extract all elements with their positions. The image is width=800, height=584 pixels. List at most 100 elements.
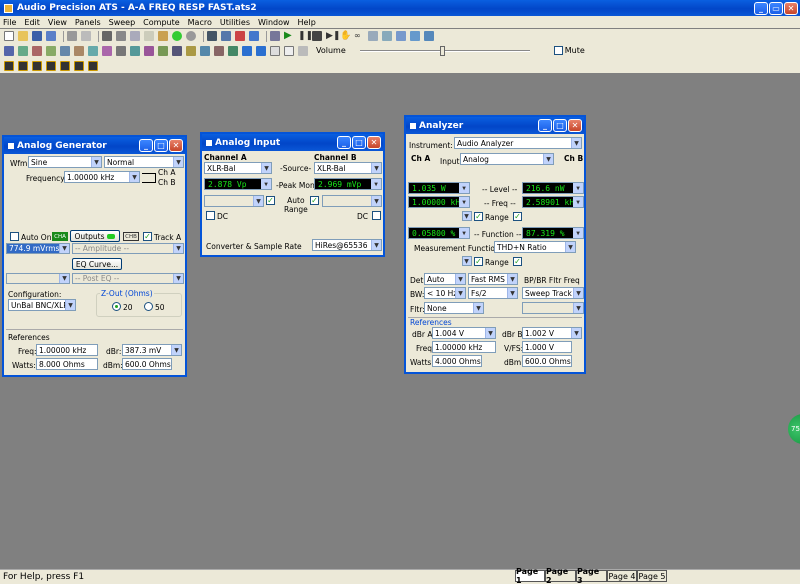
- optimize-icon[interactable]: [228, 45, 238, 56]
- grid-icon[interactable]: [221, 31, 231, 41]
- window-icon[interactable]: [249, 31, 259, 41]
- graph-6-icon[interactable]: [74, 60, 84, 71]
- go-icon[interactable]: [172, 31, 182, 41]
- filter-icon[interactable]: [158, 45, 168, 56]
- close-button[interactable]: ✕: [784, 2, 798, 15]
- bookmark-icon[interactable]: [235, 31, 245, 41]
- graph-3-icon[interactable]: [32, 60, 42, 71]
- graph-7-icon[interactable]: [88, 60, 98, 71]
- graph-1-icon[interactable]: [4, 60, 14, 71]
- panel-icon[interactable]: [158, 31, 168, 41]
- inp-chb-peak-meter[interactable]: 2.969 mVp ▼: [314, 178, 382, 190]
- an-dbrb-field[interactable]: 1.002 V ▼: [522, 327, 582, 339]
- an-fltr-select[interactable]: None ▼: [424, 302, 484, 314]
- open-icon[interactable]: [18, 31, 28, 41]
- menu-help[interactable]: Help: [298, 18, 316, 27]
- table-icon[interactable]: [270, 31, 280, 41]
- minimize-button[interactable]: _: [754, 2, 768, 15]
- arrow-down-2-icon[interactable]: [256, 45, 266, 56]
- an-bw-hi-select[interactable]: Fs/2 ▼: [468, 287, 518, 299]
- gen-maximize-button[interactable]: □: [154, 139, 168, 152]
- inp-close-button[interactable]: ✕: [367, 136, 381, 149]
- an-sweep-track-select[interactable]: Sweep Track ▼: [522, 287, 584, 299]
- gen-outputs-toggle[interactable]: Outputs: [70, 230, 120, 242]
- glasses-icon[interactable]: ∞: [354, 31, 364, 41]
- menu-panels[interactable]: Panels: [75, 18, 101, 27]
- locals-icon[interactable]: [424, 31, 434, 41]
- an-freq-a-meter[interactable]: 1.00000 kHz ▼: [408, 196, 470, 208]
- floating-badge[interactable]: 75: [788, 414, 800, 444]
- an-range2-a-checkbox[interactable]: ✓: [474, 257, 483, 266]
- gen-auto-on-checkbox[interactable]: [10, 232, 19, 241]
- an-ref-freq-field[interactable]: 1.00000 kHz: [432, 341, 496, 353]
- gen-post-eq-select[interactable]: -- Post EQ -- ▼: [72, 273, 184, 284]
- gen-amplitude-field[interactable]: 774.9 mVrms ▼: [6, 243, 70, 254]
- graph-2-icon[interactable]: [18, 60, 28, 71]
- menu-compute[interactable]: Compute: [143, 18, 179, 27]
- save-all-icon[interactable]: [46, 31, 56, 41]
- graph-icon[interactable]: [4, 45, 14, 56]
- paste-icon[interactable]: [144, 31, 154, 41]
- speaker-icon[interactable]: [144, 45, 154, 56]
- an-det-select[interactable]: Auto ▼: [424, 273, 466, 285]
- gen-eq-curve-button[interactable]: EQ Curve...: [72, 258, 122, 270]
- page-tab-1[interactable]: Page 1: [515, 567, 545, 584]
- an-minimize-button[interactable]: _: [538, 119, 552, 132]
- inp-chb-autorange-checkbox[interactable]: ✓: [310, 196, 319, 205]
- an-range2-a-select[interactable]: ▼: [462, 256, 472, 266]
- gen-ref-watts-field[interactable]: 8.000 Ohms: [36, 358, 98, 370]
- an-function-b-meter[interactable]: 87.319 % ▼: [522, 227, 584, 239]
- inp-chb-dc-checkbox[interactable]: [372, 211, 381, 220]
- gen-close-button[interactable]: ✕: [169, 139, 183, 152]
- graph-5-icon[interactable]: [60, 60, 70, 71]
- save-icon[interactable]: [32, 31, 42, 41]
- inp-chb-range-select[interactable]: ▼: [322, 195, 382, 207]
- settling-icon[interactable]: [88, 45, 98, 56]
- menu-macro[interactable]: Macro: [188, 18, 212, 27]
- page-tab-4[interactable]: Page 4: [607, 570, 637, 582]
- page-tab-2[interactable]: Page 2: [545, 567, 576, 584]
- new-icon[interactable]: [4, 31, 14, 41]
- limits-icon[interactable]: [102, 45, 112, 56]
- inp-cha-dc-checkbox[interactable]: [206, 211, 215, 220]
- spectrum-icon[interactable]: [18, 45, 28, 56]
- input-icon[interactable]: [60, 45, 70, 56]
- sweep-icon[interactable]: [74, 45, 84, 56]
- volume-slider[interactable]: [359, 45, 540, 57]
- breakpoint-icon[interactable]: [410, 31, 420, 41]
- gen-post-eq-field[interactable]: ▼: [6, 273, 70, 284]
- an-freq-b-meter[interactable]: 2.58901 kHz ▼: [522, 196, 584, 208]
- cut-icon[interactable]: [116, 31, 126, 41]
- menu-file[interactable]: File: [3, 18, 16, 27]
- watch-icon[interactable]: [396, 31, 406, 41]
- an-vfs-field[interactable]: 1.000 V: [522, 341, 572, 353]
- an-level-b-meter[interactable]: 216.6 nW ▼: [522, 182, 584, 194]
- inp-chb-source-select[interactable]: XLR-Bal ▼: [314, 162, 382, 174]
- print-preview-icon[interactable]: [81, 31, 91, 41]
- generator-icon[interactable]: [32, 45, 42, 56]
- gen-dbm-field[interactable]: 600.0 Ohms: [122, 358, 172, 370]
- an-dbm-field[interactable]: 600.0 Ohms: [522, 355, 572, 367]
- gen-ref-freq-field[interactable]: 1.00000 kHz: [36, 344, 98, 356]
- gen-zout-50-radio[interactable]: [144, 302, 153, 311]
- debug-icon[interactable]: [382, 31, 392, 41]
- menu-utilities[interactable]: Utilities: [220, 18, 250, 27]
- an-input-select[interactable]: Analog ▼: [460, 153, 554, 165]
- an-instrument-select[interactable]: Audio Analyzer ▼: [454, 137, 582, 149]
- gen-frequency-field[interactable]: 1.00000 kHz ▼: [64, 171, 140, 183]
- inp-converter-select[interactable]: HiRes@65536 ▼: [312, 239, 382, 251]
- an-bp-freq-select[interactable]: ▼: [522, 302, 584, 314]
- check-icon[interactable]: [172, 45, 182, 56]
- inp-minimize-button[interactable]: _: [337, 136, 351, 149]
- table-view-icon[interactable]: [284, 45, 294, 56]
- stop-square-icon[interactable]: [312, 31, 322, 41]
- gen-configuration-select[interactable]: UnBal BNC/XLR ▼: [8, 299, 76, 311]
- mute-checkbox[interactable]: [553, 46, 563, 55]
- restore-button[interactable]: ▭: [769, 2, 783, 15]
- switcher-icon[interactable]: [130, 45, 140, 56]
- an-watts-field[interactable]: 4.000 Ohms: [432, 355, 482, 367]
- an-close-button[interactable]: ✕: [568, 119, 582, 132]
- menu-sweep[interactable]: Sweep: [109, 18, 136, 27]
- hand-icon[interactable]: ✋: [340, 31, 351, 41]
- inp-cha-peak-meter[interactable]: 2.878 Vp ▼: [204, 178, 272, 190]
